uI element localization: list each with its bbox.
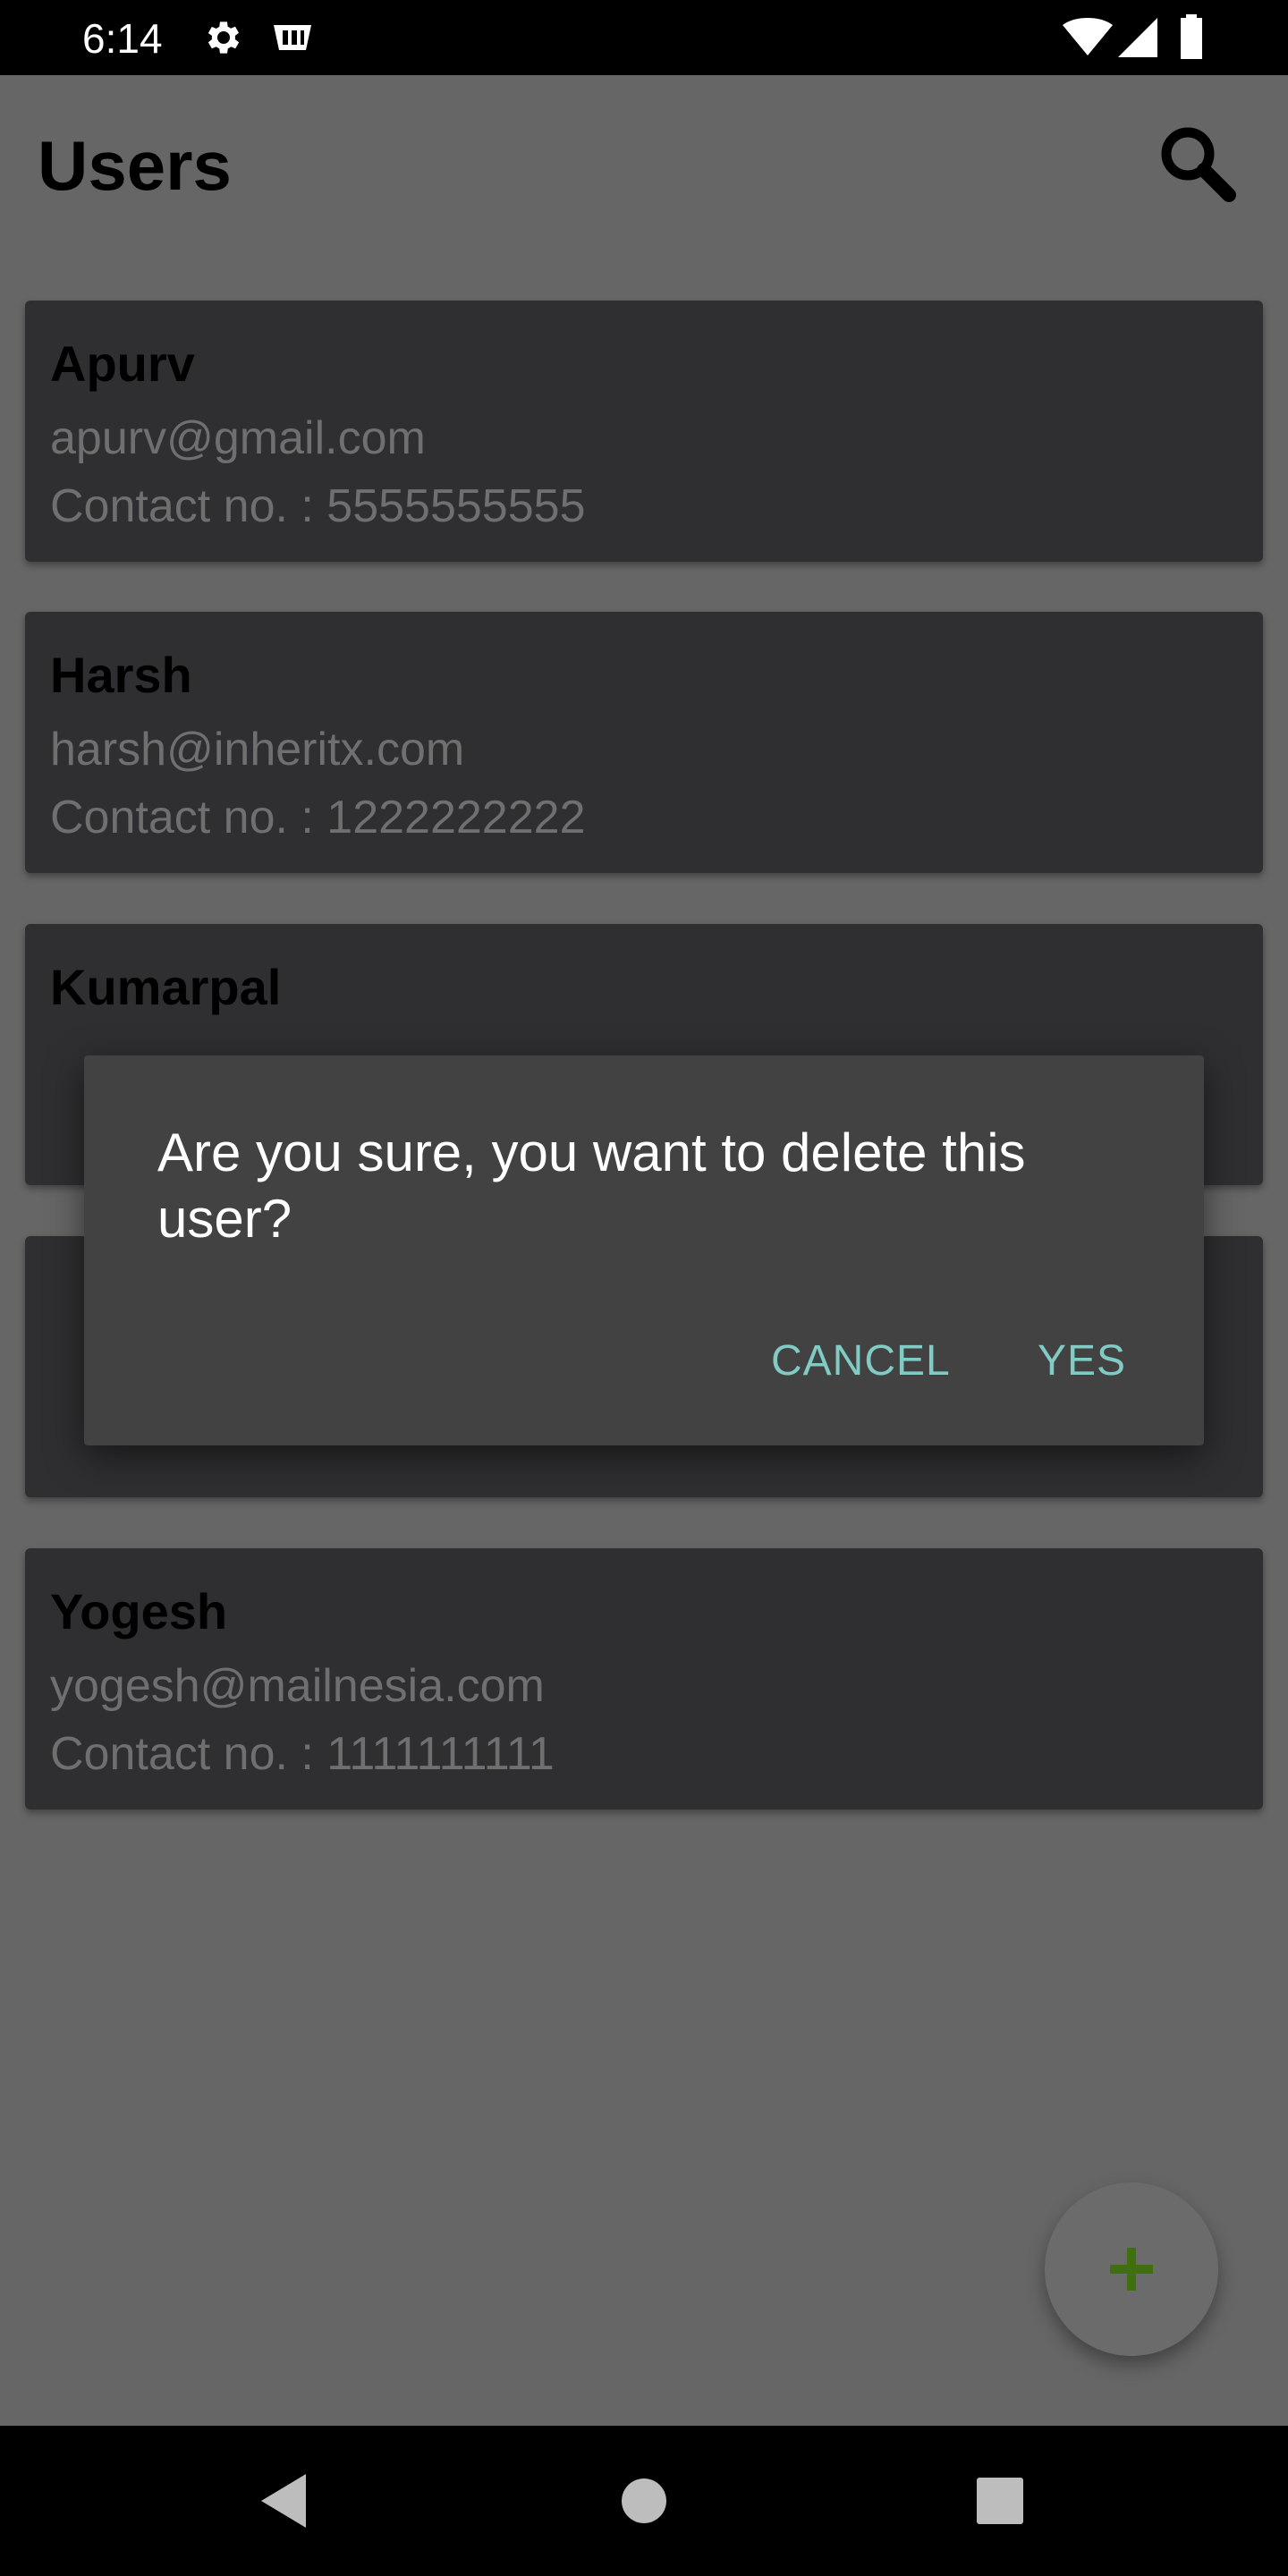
user-contact: Contact no. : 1222222222 [50,792,586,843]
home-button[interactable] [597,2454,691,2547]
recents-button[interactable] [953,2454,1046,2547]
user-name: Yogesh [50,1583,228,1640]
gear-icon [202,16,245,64]
add-user-button[interactable] [1045,2182,1218,2356]
wifi-icon [1063,18,1113,62]
navigation-bar [0,2426,1288,2576]
signal-icon [1118,18,1157,62]
page-title: Users [38,126,232,205]
user-name: Kumarpal [50,959,282,1015]
back-icon [261,2474,306,2528]
yes-button[interactable]: YES [1027,1317,1137,1406]
recents-icon [977,2478,1023,2524]
user-email: harsh@inheritx.com [50,724,465,775]
user-contact: Contact no. : 5555555555 [50,480,586,532]
home-icon [622,2479,666,2523]
user-card[interactable]: Harsh harsh@inheritx.com Contact no. : 1… [25,612,1263,873]
status-bar: 6:14 [0,0,1288,75]
plus-icon [1110,2248,1153,2291]
delete-confirmation-dialog: Are you sure, you want to delete this us… [84,1055,1204,1445]
user-card[interactable]: Yogesh yogesh@mailnesia.com Contact no. … [25,1548,1263,1809]
cancel-button[interactable]: CANCEL [760,1317,962,1406]
user-email: yogesh@mailnesia.com [50,1660,545,1712]
back-button[interactable] [240,2454,333,2547]
status-time: 6:14 [82,15,163,62]
user-email: apurv@gmail.com [50,412,426,464]
search-button[interactable] [1154,120,1243,209]
app-bar: Users [0,75,1288,254]
user-contact: Contact no. : 1111111111 [50,1728,555,1780]
search-icon [1161,127,1236,202]
user-card[interactable]: Apurv apurv@gmail.com Contact no. : 5555… [25,301,1263,562]
user-name: Harsh [50,647,192,703]
battery-icon [1179,14,1204,64]
app-notification-icon [270,16,315,64]
dialog-message: Are you sure, you want to delete this us… [157,1123,1026,1249]
user-name: Apurv [50,335,195,392]
